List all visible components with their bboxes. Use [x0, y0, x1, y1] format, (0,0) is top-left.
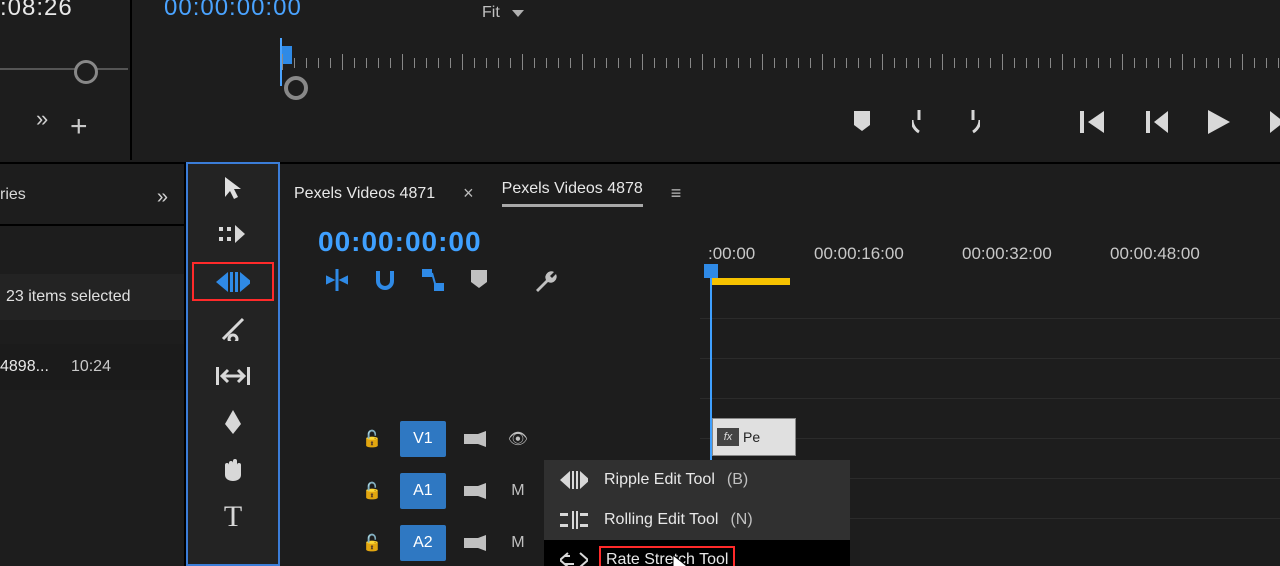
- tool-palette: T: [186, 162, 280, 566]
- menu-label: Rate Stretch Tool: [604, 551, 730, 566]
- hand-tool[interactable]: [188, 446, 278, 493]
- toggle-output-icon[interactable]: [464, 535, 488, 551]
- snap-icon[interactable]: [374, 269, 396, 291]
- type-tool[interactable]: T: [188, 493, 278, 540]
- insert-mode-icon[interactable]: [326, 269, 348, 291]
- play-button[interactable]: [1208, 110, 1230, 134]
- step-forward-button[interactable]: [1270, 111, 1280, 133]
- sequence-menu-icon[interactable]: ≡: [671, 183, 682, 204]
- mute-button[interactable]: M: [506, 534, 530, 552]
- ruler-mark-3: 00:00:48:00: [1110, 244, 1200, 264]
- clip-label: Pe: [743, 429, 760, 445]
- slip-tool[interactable]: [188, 352, 278, 399]
- lock-icon[interactable]: 🔓: [362, 429, 382, 449]
- bin-row[interactable]: 4898... 10:24: [0, 344, 184, 390]
- sequence-tab-1[interactable]: Pexels Videos 4878: [502, 180, 643, 207]
- linked-selection-icon[interactable]: [422, 269, 444, 291]
- source-timecode: :08:26: [0, 0, 73, 22]
- track-v1-header[interactable]: 🔓 V1 👁: [362, 417, 614, 461]
- program-ruler[interactable]: [280, 38, 1270, 86]
- go-to-in-button[interactable]: [1080, 111, 1106, 133]
- settings-wrench-icon[interactable]: [534, 268, 558, 292]
- panel-tab-fragment: ries: [0, 186, 26, 204]
- eye-icon[interactable]: 👁: [506, 429, 530, 449]
- ruler-mark-2: 00:00:32:00: [962, 244, 1052, 264]
- mark-out-button[interactable]: [966, 110, 980, 134]
- step-back-button[interactable]: [1146, 111, 1168, 133]
- menu-label: Rolling Edit Tool: [604, 511, 718, 529]
- sequence-tab-0[interactable]: Pexels Videos 4871: [294, 185, 435, 203]
- mute-button[interactable]: M: [506, 482, 530, 500]
- menu-label: Ripple Edit Tool: [604, 471, 715, 489]
- fx-badge: fx: [717, 428, 739, 446]
- ruler-mark-0: :00:00: [708, 244, 755, 264]
- track-a1-badge[interactable]: A1: [400, 473, 446, 509]
- mark-in-button[interactable]: [912, 110, 926, 134]
- lock-icon[interactable]: 🔓: [362, 533, 382, 553]
- menu-shortcut: (N): [730, 511, 752, 529]
- chevron-down-icon: [512, 10, 524, 17]
- track-a2-badge[interactable]: A2: [400, 525, 446, 561]
- timeline-timecode[interactable]: 00:00:00:00: [318, 226, 482, 258]
- menu-rate-stretch[interactable]: Rate Stretch Tool: [544, 540, 850, 566]
- add-marker-icon[interactable]: [470, 270, 488, 290]
- panel-collapse-chevrons-icon[interactable]: »: [157, 186, 168, 209]
- razor-tool[interactable]: [188, 305, 278, 352]
- bin-duration: 10:24: [71, 358, 111, 376]
- zoom-label: Fit: [482, 4, 500, 22]
- tool-flyout-menu: Ripple Edit Tool (B) Rolling Edit Tool (…: [544, 460, 850, 566]
- selection-status: 23 items selected: [0, 274, 184, 320]
- menu-shortcut: (B): [727, 471, 748, 489]
- track-v1-badge[interactable]: V1: [400, 421, 446, 457]
- track-select-tool[interactable]: [188, 211, 278, 258]
- program-playhead[interactable]: [282, 46, 292, 64]
- program-knob[interactable]: [284, 76, 308, 100]
- add-marker-button[interactable]: [852, 111, 872, 133]
- zoom-select[interactable]: Fit: [482, 0, 587, 26]
- ruler-mark-1: 00:00:16:00: [814, 244, 904, 264]
- lock-icon[interactable]: 🔓: [362, 481, 382, 501]
- add-button[interactable]: +: [70, 110, 88, 144]
- source-scrubber[interactable]: [0, 58, 128, 82]
- program-timecode: 00:00:00:00: [164, 0, 302, 22]
- menu-rolling-edit[interactable]: Rolling Edit Tool (N): [544, 500, 850, 540]
- selection-tool[interactable]: [188, 164, 278, 211]
- menu-ripple-edit[interactable]: Ripple Edit Tool (B): [544, 460, 850, 500]
- expand-chevrons-icon[interactable]: »: [36, 106, 48, 132]
- close-tab-0[interactable]: ×: [463, 183, 474, 204]
- ripple-edit-tool[interactable]: [188, 258, 278, 305]
- in-out-range[interactable]: [712, 278, 790, 285]
- toggle-output-icon[interactable]: [464, 483, 488, 499]
- scrub-knob[interactable]: [74, 60, 98, 84]
- pen-tool[interactable]: [188, 399, 278, 446]
- video-clip[interactable]: fx Pe: [712, 418, 796, 456]
- bin-name: 4898...: [0, 358, 49, 376]
- toggle-output-icon[interactable]: [464, 431, 488, 447]
